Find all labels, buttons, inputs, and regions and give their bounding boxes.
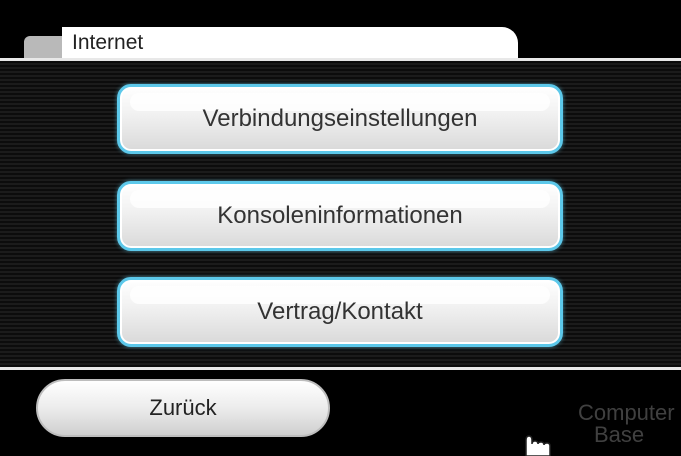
title-tab: Internet: [62, 27, 518, 61]
connection-settings-button[interactable]: Verbindungseinstellungen: [117, 84, 563, 154]
page-title: Internet: [72, 31, 144, 54]
watermark-line2: Base: [594, 422, 644, 447]
button-label: Verbindungseinstellungen: [202, 105, 478, 132]
button-label: Konsoleninformationen: [217, 202, 463, 229]
contract-contact-button[interactable]: Vertrag/Kontakt: [117, 277, 563, 347]
back-button-label: Zurück: [149, 395, 217, 420]
header-band: Internet: [0, 0, 681, 62]
computerbase-watermark: Computer Base: [578, 400, 675, 447]
button-label: Vertrag/Kontakt: [257, 298, 423, 325]
console-info-button[interactable]: Konsoleninformationen: [117, 181, 563, 251]
back-button[interactable]: Zurück: [36, 379, 330, 437]
wii-hand-pointer-icon: [525, 435, 551, 456]
